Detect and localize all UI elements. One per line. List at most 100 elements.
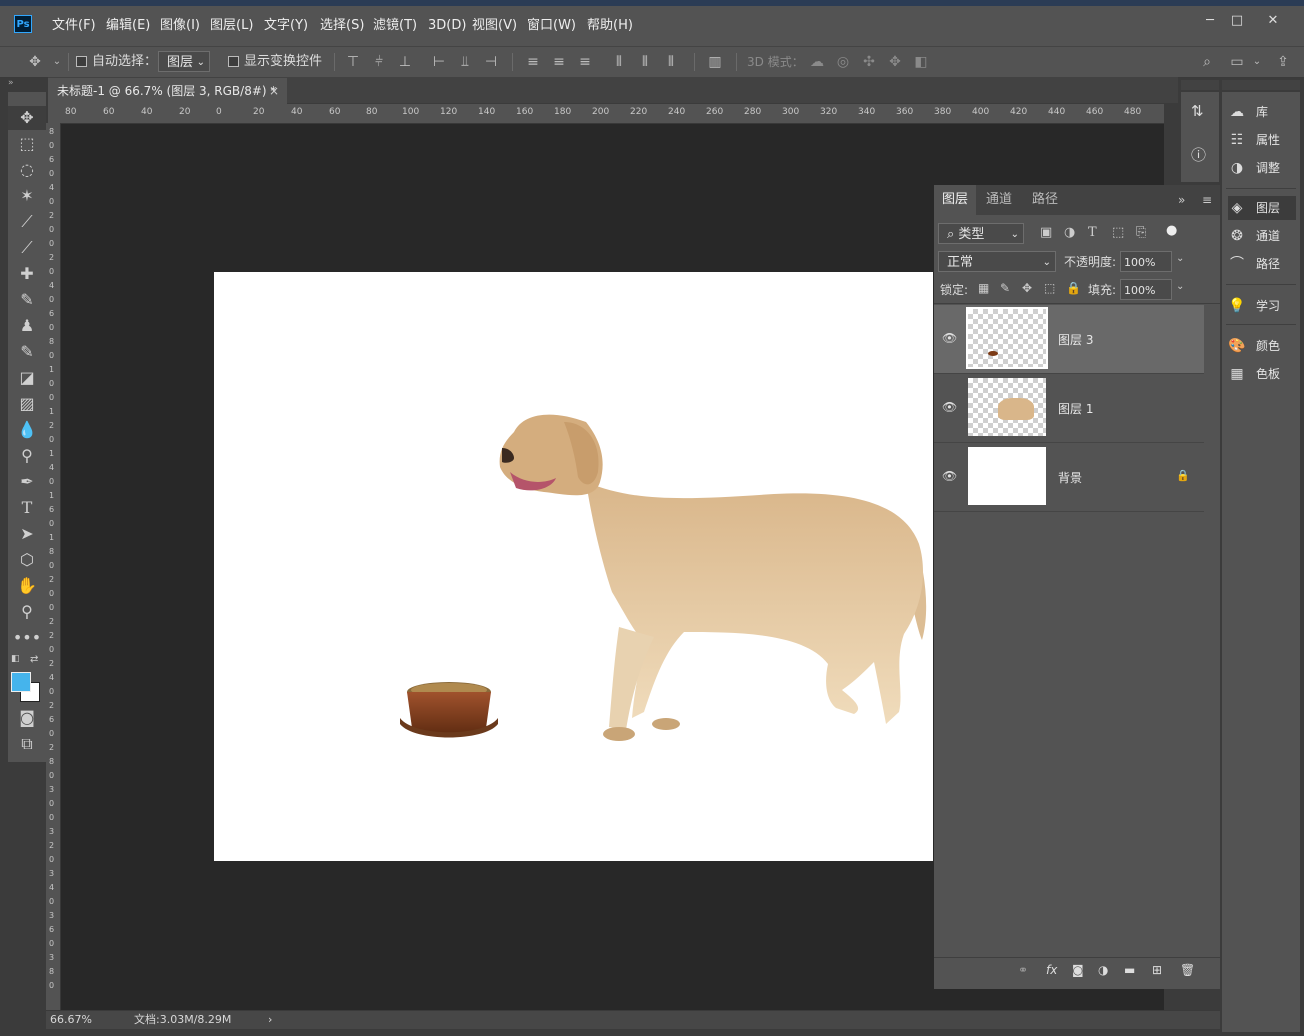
visibility-eye-icon[interactable]: 👁 bbox=[942, 469, 957, 483]
marquee-tool-icon[interactable]: ⬚ bbox=[8, 132, 46, 156]
filter-type-icon[interactable]: T bbox=[1088, 225, 1097, 240]
opacity-chevron-icon[interactable]: ⌄ bbox=[1176, 253, 1184, 264]
history-icon[interactable]: ⇅ bbox=[1191, 102, 1209, 120]
distribute-vcenter-icon[interactable]: ≡ bbox=[550, 53, 568, 71]
gradient-tool-icon[interactable]: ▨ bbox=[8, 392, 46, 416]
3d-slide-icon[interactable]: ✥ bbox=[886, 53, 904, 71]
menu-file[interactable]: 文件(F) bbox=[52, 16, 96, 36]
adjustment-layer-icon[interactable]: ◑ bbox=[1098, 963, 1108, 977]
layer-lock-icon[interactable]: 🔒 bbox=[1176, 469, 1190, 482]
visibility-eye-icon[interactable]: 👁 bbox=[942, 400, 957, 414]
align-bottom-icon[interactable]: ⊥ bbox=[396, 53, 414, 71]
menu-view[interactable]: 视图(V) bbox=[472, 16, 517, 36]
show-transform-checkbox[interactable] bbox=[228, 56, 239, 67]
lock-image-icon[interactable]: ✎ bbox=[1000, 281, 1010, 295]
dock-color[interactable]: 🎨 颜色 bbox=[1228, 334, 1296, 358]
panel-collapse-icon[interactable]: » bbox=[1178, 193, 1185, 207]
dock-properties[interactable]: ☷ 属性 bbox=[1228, 128, 1296, 152]
layer-row-layer1[interactable]: 👁 图层 1 bbox=[934, 374, 1204, 443]
zoom-tool-icon[interactable]: ⚲ bbox=[8, 600, 46, 624]
filter-shape-icon[interactable]: ⬚ bbox=[1112, 225, 1124, 240]
layer-name[interactable]: 图层 3 bbox=[1058, 331, 1093, 348]
filter-adjustment-icon[interactable]: ◑ bbox=[1064, 225, 1075, 240]
lock-artboard-icon[interactable]: ⬚ bbox=[1044, 281, 1055, 295]
maximize-button[interactable]: □ bbox=[1226, 12, 1248, 30]
menu-select[interactable]: 选择(S) bbox=[320, 16, 364, 36]
clone-stamp-tool-icon[interactable]: ♟ bbox=[8, 314, 46, 338]
3d-orbit-icon[interactable]: ☁ bbox=[808, 53, 826, 71]
dock-adjustments[interactable]: ◑ 调整 bbox=[1228, 156, 1296, 180]
distribute-hcenter-icon[interactable]: ⦀ bbox=[636, 53, 654, 71]
blur-tool-icon[interactable]: 💧 bbox=[8, 418, 46, 442]
foreground-color-swatch[interactable] bbox=[11, 672, 31, 692]
fx-icon[interactable]: fx bbox=[1046, 963, 1057, 977]
panel-menu-icon[interactable]: ≡ bbox=[1202, 193, 1212, 207]
zoom-level[interactable]: 66.67% bbox=[50, 1011, 92, 1028]
dock-learn[interactable]: 💡 学习 bbox=[1228, 294, 1296, 318]
close-tab-icon[interactable]: × bbox=[269, 78, 279, 104]
lasso-tool-icon[interactable]: ◌ bbox=[8, 158, 46, 182]
add-mask-icon[interactable]: ◙ bbox=[1072, 963, 1084, 977]
swap-colors-icon[interactable]: ⇄ bbox=[30, 654, 42, 665]
tab-paths[interactable]: 路径 bbox=[1024, 185, 1066, 215]
share-icon[interactable]: ⇪ bbox=[1274, 53, 1292, 71]
distribute-top-icon[interactable]: ≡ bbox=[524, 53, 542, 71]
3d-roll-icon[interactable]: ◎ bbox=[834, 53, 852, 71]
auto-select-toggle[interactable]: 自动选择： bbox=[76, 47, 157, 77]
blend-mode-dropdown[interactable]: 正常 ⌄ bbox=[938, 251, 1056, 272]
tool-preset-chevron-icon[interactable]: ⌄ bbox=[48, 53, 66, 71]
tab-layers[interactable]: 图层 bbox=[934, 185, 976, 215]
auto-select-checkbox[interactable] bbox=[76, 56, 87, 67]
minimize-button[interactable]: ─ bbox=[1199, 12, 1221, 30]
opacity-input[interactable]: 100% bbox=[1120, 251, 1172, 272]
lock-transparent-icon[interactable]: ▦ bbox=[978, 281, 989, 295]
new-group-icon[interactable]: ▬ bbox=[1124, 963, 1135, 977]
status-menu-arrow-icon[interactable]: › bbox=[268, 1011, 272, 1028]
search-icon[interactable]: ⌕ bbox=[1198, 53, 1216, 71]
distribute-bottom-icon[interactable]: ≡ bbox=[576, 53, 594, 71]
dock-channels[interactable]: ❂ 通道 bbox=[1228, 224, 1296, 248]
visibility-eye-icon[interactable]: 👁 bbox=[942, 331, 957, 345]
dock-libraries[interactable]: ☁ 库 bbox=[1228, 100, 1296, 124]
filter-toggle-icon[interactable]: ● bbox=[1166, 223, 1177, 238]
fill-chevron-icon[interactable]: ⌄ bbox=[1176, 281, 1184, 292]
distribute-right-icon[interactable]: ⦀ bbox=[662, 53, 680, 71]
quick-mask-icon[interactable]: ◙ bbox=[8, 706, 46, 730]
align-top-icon[interactable]: ⊤ bbox=[344, 53, 362, 71]
menu-help[interactable]: 帮助(H) bbox=[587, 16, 633, 36]
layer-name[interactable]: 背景 bbox=[1058, 469, 1082, 486]
history-brush-tool-icon[interactable]: ✎ bbox=[8, 340, 46, 364]
default-colors-icon[interactable]: ◧ bbox=[11, 654, 21, 664]
toolbar-collapse-icon[interactable]: » bbox=[8, 78, 46, 90]
workspace-chevron-icon[interactable]: ⌄ bbox=[1248, 53, 1266, 71]
auto-select-dropdown[interactable]: 图层 ⌄ bbox=[158, 51, 210, 72]
document-tab[interactable]: 未标题-1 @ 66.7% (图层 3, RGB/8#) * × bbox=[48, 78, 287, 104]
new-layer-icon[interactable]: ⊞ bbox=[1152, 963, 1162, 977]
show-transform-toggle[interactable]: 显示变换控件 bbox=[228, 47, 322, 77]
menu-layer[interactable]: 图层(L) bbox=[210, 16, 253, 36]
dock-layers[interactable]: ◈ 图层 bbox=[1228, 196, 1296, 220]
align-hcenter-icon[interactable]: ⫫ bbox=[456, 53, 474, 71]
lock-all-icon[interactable]: 🔒 bbox=[1066, 281, 1081, 295]
align-left-icon[interactable]: ⊢ bbox=[430, 53, 448, 71]
filter-smart-object-icon[interactable]: ⎘ bbox=[1136, 225, 1146, 240]
3d-scale-icon[interactable]: ◧ bbox=[912, 53, 930, 71]
menu-image[interactable]: 图像(I) bbox=[160, 16, 200, 36]
healing-brush-tool-icon[interactable]: ✚ bbox=[8, 262, 46, 286]
document-canvas[interactable] bbox=[214, 272, 933, 861]
hand-tool-icon[interactable]: ✋ bbox=[8, 574, 46, 598]
dock-swatches[interactable]: ▦ 色板 bbox=[1228, 362, 1296, 386]
3d-pan-icon[interactable]: ✣ bbox=[860, 53, 878, 71]
trash-icon[interactable]: 🗑 bbox=[1180, 963, 1195, 977]
auto-align-icon[interactable]: ▥ bbox=[706, 53, 724, 71]
layer-filter-dropdown[interactable]: ⌕ 类型 ⌄ bbox=[938, 223, 1024, 244]
layer-name[interactable]: 图层 1 bbox=[1058, 400, 1093, 417]
layer-row-background[interactable]: 👁 背景 🔒 bbox=[934, 443, 1204, 512]
screen-mode-icon[interactable]: ⧉ bbox=[8, 732, 46, 756]
menu-filter[interactable]: 滤镜(T) bbox=[373, 16, 417, 36]
crop-tool-icon[interactable]: ⟋ bbox=[8, 210, 46, 234]
brush-tool-icon[interactable]: ✎ bbox=[8, 288, 46, 312]
dock-paths[interactable]: ⌒ 路径 bbox=[1228, 252, 1296, 276]
magic-wand-tool-icon[interactable]: ✶ bbox=[8, 184, 46, 208]
align-right-icon[interactable]: ⊣ bbox=[482, 53, 500, 71]
